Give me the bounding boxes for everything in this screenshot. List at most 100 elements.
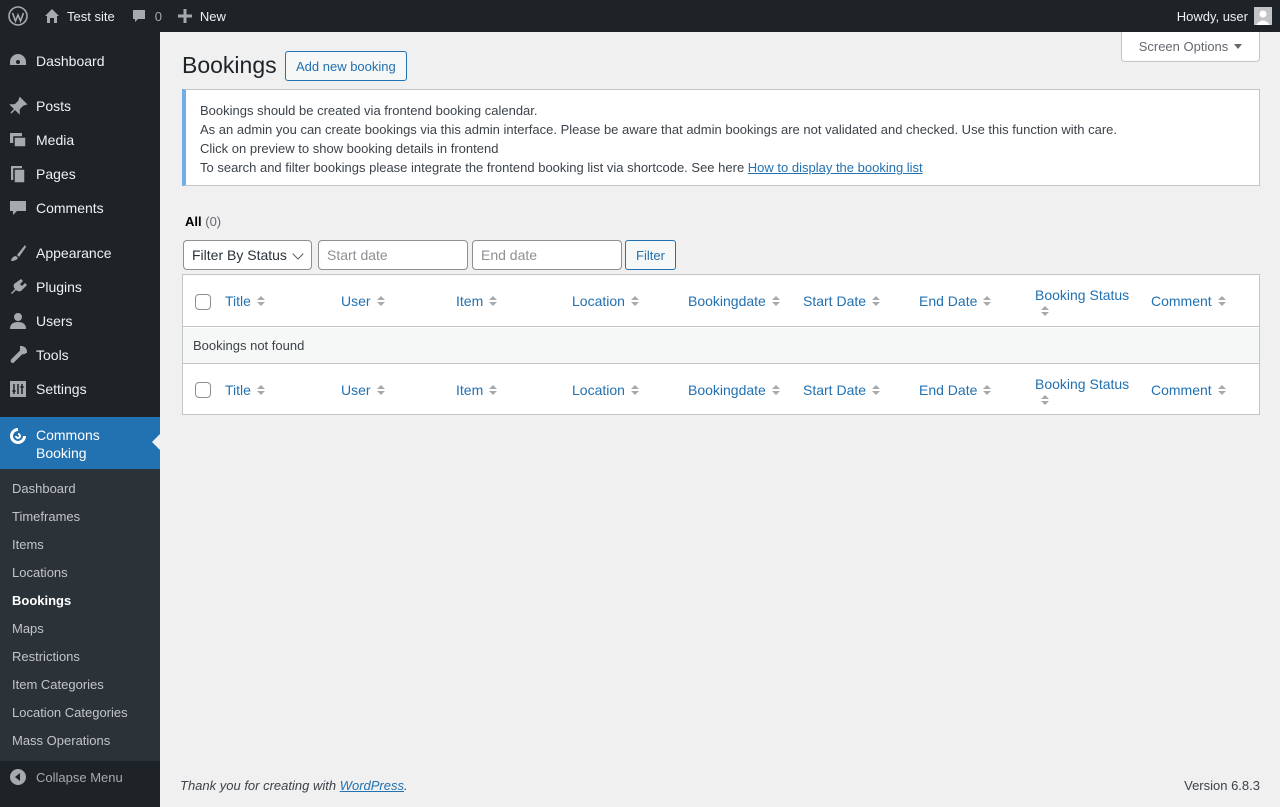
admin-bar: Test site 0 New Howdy, user	[0, 0, 1280, 32]
dashboard-icon	[0, 51, 36, 71]
plug-icon	[0, 277, 36, 297]
column-item[interactable]: Item	[456, 275, 498, 327]
sort-icon	[872, 385, 881, 395]
sort-icon	[376, 385, 385, 395]
start-date-input[interactable]: Start date	[318, 240, 468, 270]
info-notice: Bookings should be created via frontend …	[182, 89, 1260, 186]
site-name-link[interactable]: Test site	[36, 0, 123, 32]
wrench-icon	[0, 345, 36, 365]
menu-item-pages[interactable]: Pages	[0, 162, 160, 186]
menu-item-comments[interactable]: Comments	[0, 196, 160, 220]
sort-icon	[376, 296, 385, 306]
pin-icon	[0, 96, 36, 116]
view-all-count: (0)	[205, 214, 222, 229]
sort-icon	[983, 296, 992, 306]
footer-thankyou: Thank you for creating with WordPress.	[180, 778, 408, 793]
submenu-item-items[interactable]: Items	[12, 537, 44, 552]
main-content: Screen Options Bookings Add new booking …	[160, 32, 1280, 807]
my-account-link[interactable]: Howdy, user	[1169, 0, 1280, 32]
new-content-link[interactable]: New	[170, 0, 234, 32]
table-footer: Title User Item Location Bookingdate Sta…	[183, 363, 1259, 415]
sort-icon	[1041, 394, 1049, 405]
sort-icon	[771, 385, 780, 395]
wordpress-logo-icon[interactable]	[0, 0, 36, 32]
end-date-input[interactable]: End date	[472, 240, 622, 270]
sort-icon	[256, 385, 265, 395]
menu-item-tools[interactable]: Tools	[0, 343, 160, 367]
menu-item-posts[interactable]: Posts	[0, 94, 160, 118]
menu-item-commons-booking-label: Commons Booking	[36, 427, 100, 461]
select-all-checkbox[interactable]	[195, 294, 211, 310]
select-all-checkbox-footer[interactable]	[195, 382, 211, 398]
plus-icon	[177, 9, 192, 23]
column-location[interactable]: Location	[572, 364, 639, 416]
sort-icon	[489, 385, 498, 395]
column-comment[interactable]: Comment	[1151, 364, 1226, 416]
filter-by-status-select[interactable]: Filter By Status	[183, 240, 312, 270]
column-booking-status[interactable]: Booking Status	[1035, 364, 1129, 416]
views-filter: All (0)	[185, 214, 221, 229]
column-item[interactable]: Item	[456, 364, 498, 416]
menu-item-dashboard[interactable]: Dashboard	[0, 49, 160, 73]
pages-icon	[0, 164, 36, 184]
wordpress-link[interactable]: WordPress	[340, 778, 404, 793]
comment-icon	[0, 198, 36, 218]
commons-booking-submenu: Dashboard Timeframes Items Locations Boo…	[0, 469, 160, 761]
submenu-item-dashboard[interactable]: Dashboard	[12, 481, 76, 496]
column-title[interactable]: Title	[225, 275, 265, 327]
menu-item-commons-booking[interactable]: Commons Booking	[0, 417, 160, 469]
notice-line: Click on preview to show booking details…	[200, 141, 499, 156]
footer-version: Version 6.8.3	[1184, 778, 1260, 793]
column-comment[interactable]: Comment	[1151, 275, 1226, 327]
column-user[interactable]: User	[341, 275, 385, 327]
table-header: Title User Item Location Bookingdate Sta…	[183, 275, 1259, 327]
brush-icon	[0, 243, 36, 263]
sort-icon	[1217, 385, 1226, 395]
column-user[interactable]: User	[341, 364, 385, 416]
collapse-menu-button[interactable]: Collapse Menu	[0, 766, 160, 788]
submenu-item-locations[interactable]: Locations	[12, 565, 68, 580]
comments-link[interactable]: 0	[123, 0, 170, 32]
column-location[interactable]: Location	[572, 275, 639, 327]
submenu-item-mass-operations[interactable]: Mass Operations	[12, 733, 110, 748]
media-icon	[0, 130, 36, 150]
column-end-date[interactable]: End Date	[919, 275, 992, 327]
notice-line: Bookings should be created via frontend …	[200, 103, 538, 118]
dropdown-arrow-icon	[1234, 44, 1243, 49]
admin-menu: Dashboard Posts Media Pages Comments App…	[0, 32, 160, 807]
column-start-date[interactable]: Start Date	[803, 275, 881, 327]
column-title[interactable]: Title	[225, 364, 265, 416]
menu-item-plugins[interactable]: Plugins	[0, 275, 160, 299]
menu-item-media[interactable]: Media	[0, 128, 160, 152]
avatar	[1254, 7, 1272, 25]
sort-icon	[630, 296, 639, 306]
view-all-link[interactable]: All	[185, 214, 202, 229]
collapse-arrow-icon	[0, 769, 36, 785]
sort-icon	[983, 385, 992, 395]
menu-item-settings[interactable]: Settings	[0, 377, 160, 401]
submenu-item-timeframes[interactable]: Timeframes	[12, 509, 80, 524]
chevron-down-icon	[292, 248, 304, 260]
submenu-item-location-categories[interactable]: Location Categories	[12, 705, 128, 720]
column-bookingdate[interactable]: Bookingdate	[688, 275, 780, 327]
screen-options-button[interactable]: Screen Options	[1121, 32, 1260, 62]
comment-bubble-icon	[131, 8, 147, 24]
settings-icon	[0, 379, 36, 399]
column-booking-status[interactable]: Booking Status	[1035, 275, 1129, 327]
submenu-item-item-categories[interactable]: Item Categories	[12, 677, 104, 692]
menu-item-users[interactable]: Users	[0, 309, 160, 333]
submenu-item-restrictions[interactable]: Restrictions	[12, 649, 80, 664]
booking-list-help-link[interactable]: How to display the booking list	[748, 160, 923, 175]
empty-table-message: Bookings not found	[183, 328, 1259, 363]
filter-button[interactable]: Filter	[625, 240, 676, 270]
submenu-item-maps[interactable]: Maps	[12, 621, 44, 636]
menu-item-appearance[interactable]: Appearance	[0, 241, 160, 265]
sort-icon	[1041, 305, 1049, 316]
column-bookingdate[interactable]: Bookingdate	[688, 364, 780, 416]
sort-icon	[630, 385, 639, 395]
column-end-date[interactable]: End Date	[919, 364, 992, 416]
submenu-item-bookings[interactable]: Bookings	[12, 593, 71, 608]
column-start-date[interactable]: Start Date	[803, 364, 881, 416]
add-new-booking-button[interactable]: Add new booking	[285, 51, 407, 81]
bookings-table: Title User Item Location Bookingdate Sta…	[182, 274, 1260, 415]
